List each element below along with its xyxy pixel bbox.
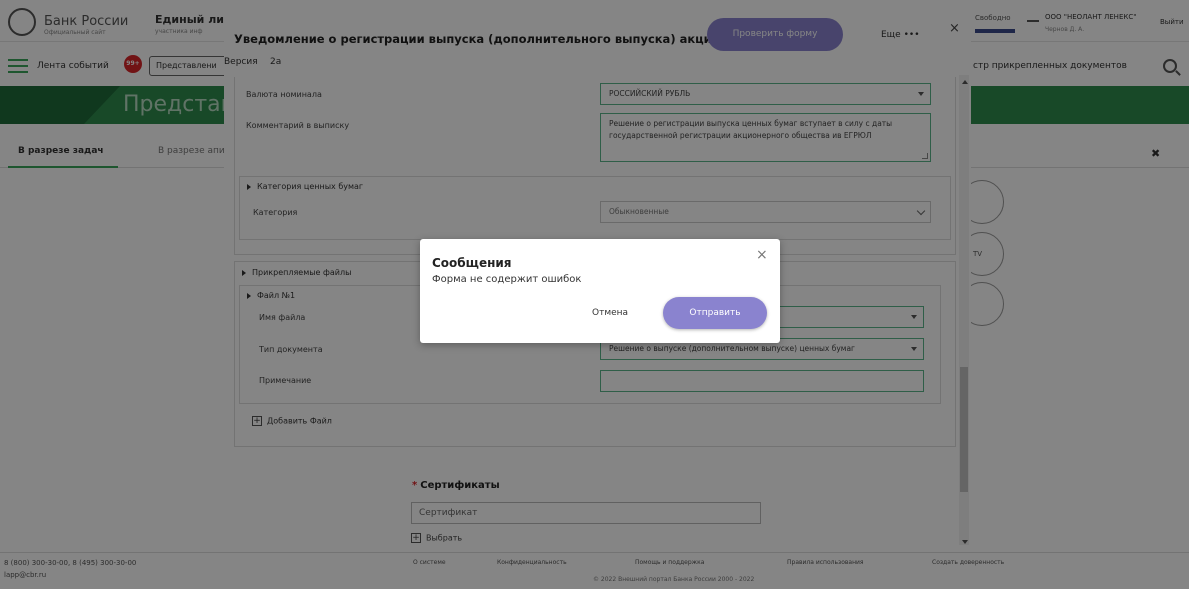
messages-modal: Сообщения Форма не содержит ошибок × Отм…	[420, 239, 780, 343]
close-icon[interactable]: ×	[756, 247, 768, 263]
send-button[interactable]: Отправить	[663, 297, 767, 329]
cancel-button[interactable]: Отмена	[592, 308, 628, 318]
messages-title: Сообщения	[432, 256, 512, 270]
messages-text: Форма не содержит ошибок	[432, 274, 582, 285]
